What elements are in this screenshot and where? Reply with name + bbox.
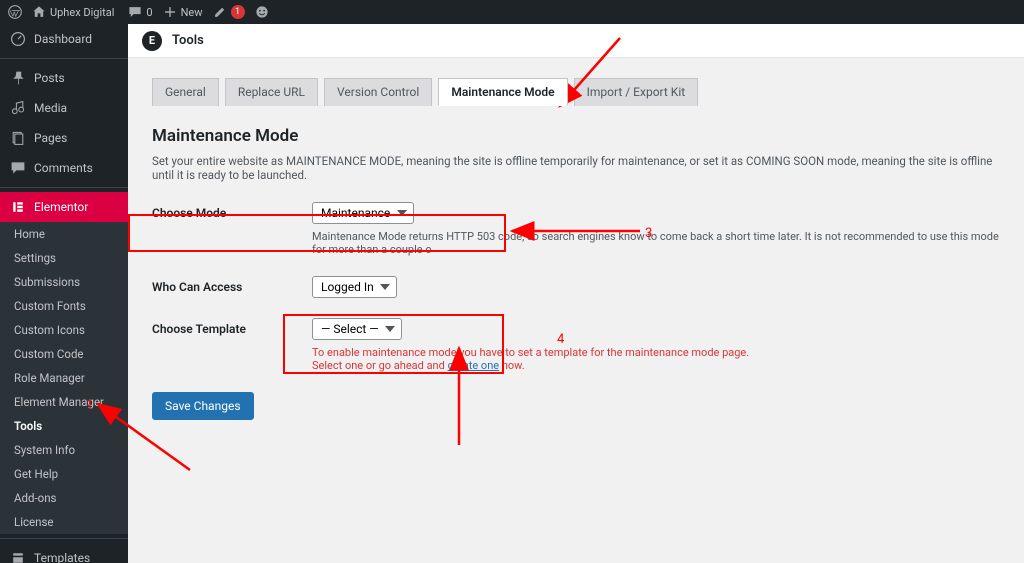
site-name: Uphex Digital — [50, 6, 114, 19]
template-warning: To enable maintenance mode you have to s… — [312, 346, 1000, 372]
plus-icon — [163, 5, 177, 19]
warning-line-1: To enable maintenance mode you have to s… — [312, 346, 1000, 359]
tab-replace-url[interactable]: Replace URL — [225, 78, 318, 106]
notif-button[interactable]: 1 — [213, 5, 245, 19]
submenu-custom-icons[interactable]: Custom Icons — [0, 318, 128, 342]
submenu-custom-fonts[interactable]: Custom Fonts — [0, 294, 128, 318]
site-home[interactable]: Uphex Digital — [32, 5, 114, 19]
sidebar-item-comments[interactable]: Comments — [0, 153, 128, 183]
page-header: E Tools — [128, 24, 1024, 58]
submenu-add-ons[interactable]: Add-ons — [0, 486, 128, 510]
sidebar-item-templates[interactable]: Templates — [0, 543, 128, 563]
comment-icon — [128, 5, 142, 19]
submenu-role-manager[interactable]: Role Manager — [0, 366, 128, 390]
elementor-submenu: Home Settings Submissions Custom Fonts C… — [0, 222, 128, 534]
warning-line-2: Select one or go ahead and create one no… — [312, 359, 1000, 372]
section-description: Set your entire website as MAINTENANCE M… — [152, 154, 1000, 182]
submenu-license[interactable]: License — [0, 510, 128, 534]
submenu-custom-code[interactable]: Custom Code — [0, 342, 128, 366]
field-label: Who Can Access — [152, 276, 312, 294]
new-label: New — [181, 6, 203, 19]
field-choose-template: Choose Template — Select — To enable mai… — [152, 318, 1000, 372]
pen-icon — [213, 5, 227, 19]
mode-select[interactable]: Maintenance — [312, 202, 414, 224]
separator — [0, 538, 128, 539]
submenu-settings[interactable]: Settings — [0, 246, 128, 270]
tab-general[interactable]: General — [152, 78, 219, 106]
dashboard-icon — [10, 31, 26, 47]
content: Maintenance Mode Set your entire website… — [128, 106, 1024, 440]
sidebar-item-label: Elementor — [34, 200, 88, 214]
page-title: Tools — [172, 33, 204, 48]
home-icon — [32, 5, 46, 19]
sidebar-item-label: Templates — [34, 551, 90, 563]
sidebar-item-pages[interactable]: Pages — [0, 123, 128, 153]
new-button[interactable]: New — [163, 5, 203, 19]
field-choose-mode: Choose Mode Maintenance Maintenance Mode… — [152, 202, 1000, 256]
notif-badge: 1 — [231, 5, 245, 19]
sidebar-item-label: Dashboard — [34, 32, 92, 46]
separator — [0, 187, 128, 188]
elementor-logo: E — [142, 31, 162, 51]
field-who-can-access: Who Can Access Logged In — [152, 276, 1000, 298]
field-label: Choose Mode — [152, 202, 312, 220]
admin-bar: Uphex Digital 0 New 1 — [0, 0, 1024, 24]
field-label: Choose Template — [152, 318, 312, 336]
comments-count: 0 — [146, 6, 152, 19]
tab-version-control[interactable]: Version Control — [324, 78, 432, 106]
save-changes-button[interactable]: Save Changes — [152, 392, 254, 420]
submenu-element-manager[interactable]: Element Manager — [0, 390, 128, 414]
sidebar-item-media[interactable]: Media — [0, 93, 128, 123]
mode-help-text: Maintenance Mode returns HTTP 503 code, … — [312, 230, 1000, 256]
create-one-link[interactable]: create one — [448, 359, 500, 372]
sidebar-item-elementor[interactable]: Elementor — [0, 192, 128, 222]
comment-icon — [10, 160, 26, 176]
smiley-button[interactable] — [255, 5, 269, 19]
submenu-submissions[interactable]: Submissions — [0, 270, 128, 294]
submenu-get-help[interactable]: Get Help — [0, 462, 128, 486]
sidebar-item-label: Comments — [34, 161, 93, 175]
tabs: General Replace URL Version Control Main… — [152, 78, 1024, 106]
main-content: E Tools General Replace URL Version Cont… — [128, 24, 1024, 563]
access-select[interactable]: Logged In — [312, 276, 397, 298]
submenu-home[interactable]: Home — [0, 222, 128, 246]
sidebar-item-label: Media — [34, 101, 67, 115]
sidebar-item-dashboard[interactable]: Dashboard — [0, 24, 128, 54]
admin-sidebar: Dashboard Posts Media Pages Comments Ele… — [0, 24, 128, 563]
pages-icon — [10, 130, 26, 146]
tab-maintenance-mode[interactable]: Maintenance Mode — [438, 78, 567, 106]
template-select[interactable]: — Select — — [312, 318, 402, 340]
submenu-tools[interactable]: Tools — [0, 414, 128, 438]
submenu-system-info[interactable]: System Info — [0, 438, 128, 462]
media-icon — [10, 100, 26, 116]
pin-icon — [10, 70, 26, 86]
smiley-icon — [255, 5, 269, 19]
sidebar-item-label: Posts — [34, 71, 65, 85]
sidebar-item-posts[interactable]: Posts — [0, 63, 128, 93]
sidebar-item-label: Pages — [34, 131, 67, 145]
comments-button[interactable]: 0 — [128, 5, 152, 19]
elementor-icon — [10, 199, 26, 215]
templates-icon — [10, 550, 26, 563]
section-title: Maintenance Mode — [152, 126, 1000, 146]
tab-import-export[interactable]: Import / Export Kit — [574, 78, 699, 106]
wp-logo[interactable] — [8, 5, 22, 19]
separator — [0, 58, 128, 59]
